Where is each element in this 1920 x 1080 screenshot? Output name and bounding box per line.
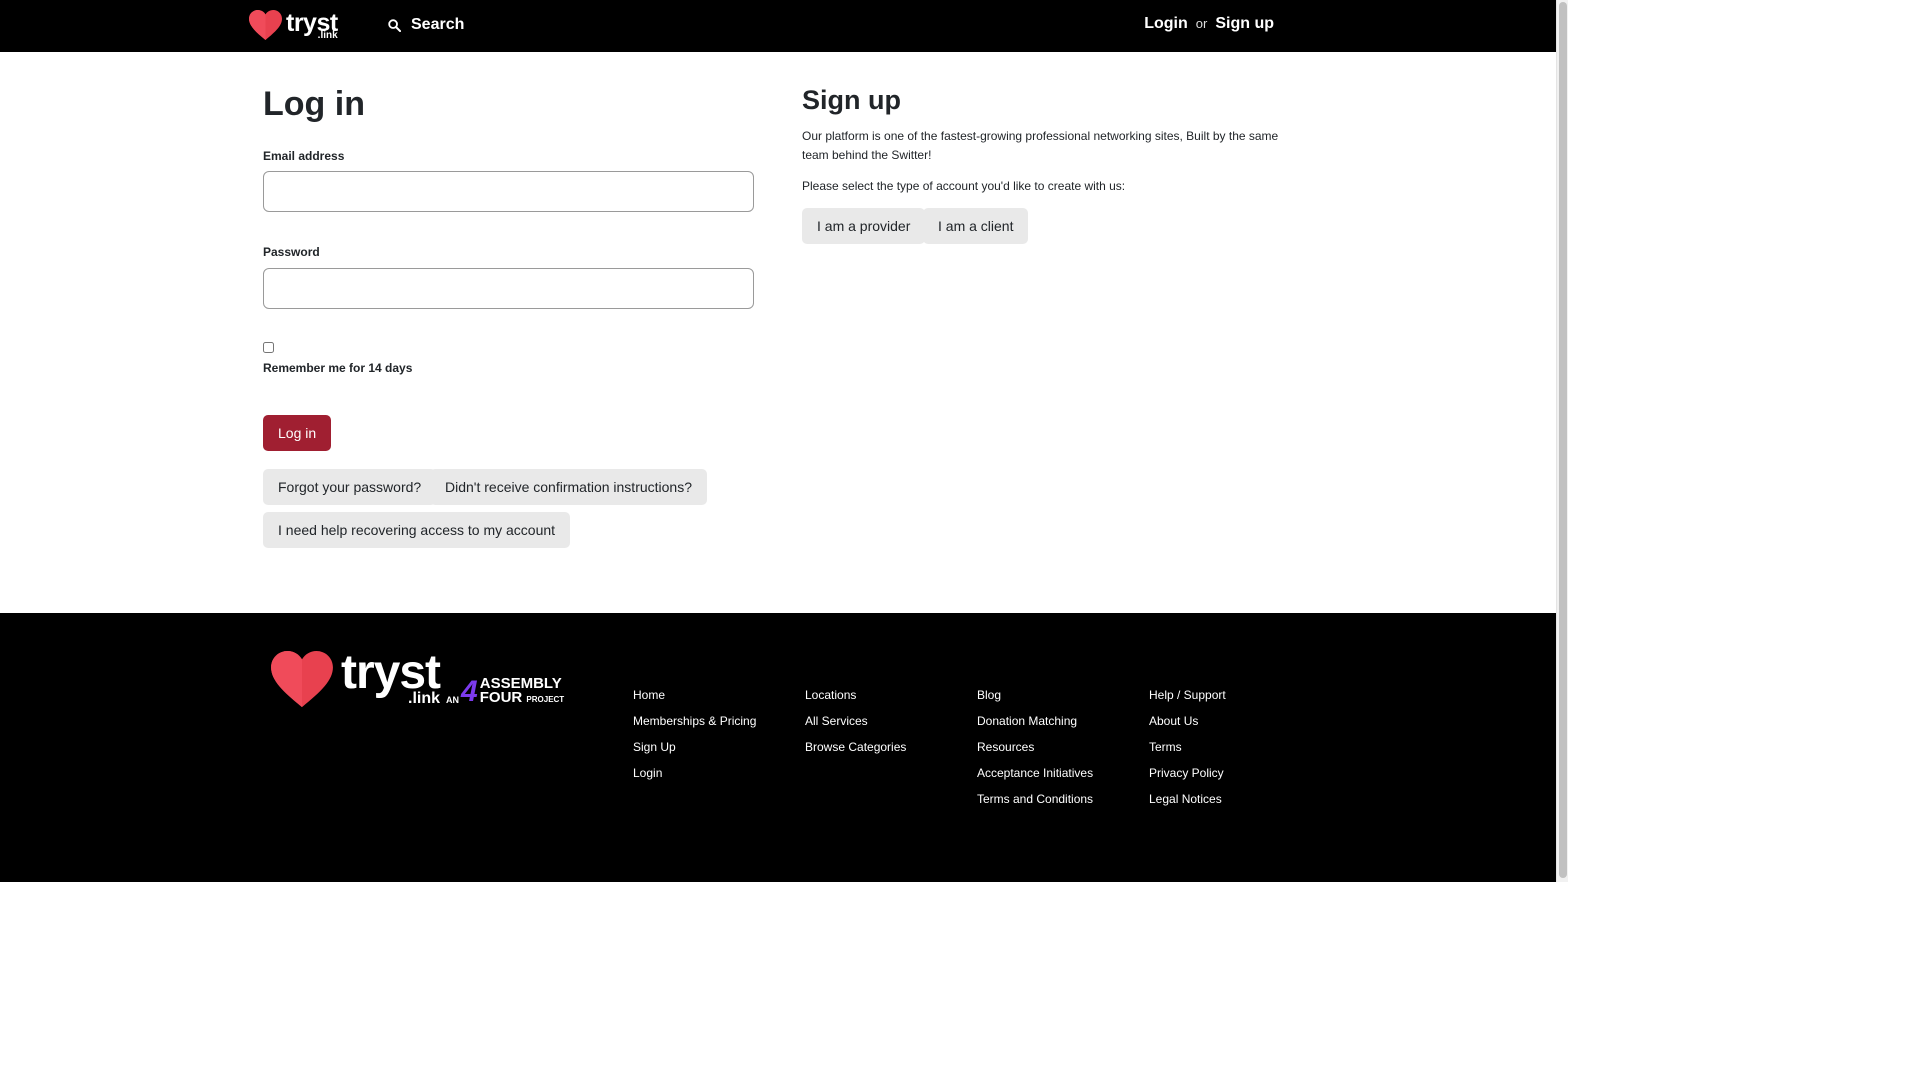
search-label: Search [411,16,465,33]
signup-link[interactable]: Sign up [1215,15,1274,33]
footer-link-memberships[interactable]: Memberships & Pricing [633,714,756,728]
login-link[interactable]: Login [1144,15,1188,33]
logo-subtext: .link [317,30,338,41]
footer-link-terms-and-conditions[interactable]: Terms and Conditions [977,792,1093,806]
login-title: Log in [263,85,365,123]
heart-logo-icon [249,10,282,40]
forgot-password-button[interactable]: Forgot your password? [263,469,437,505]
email-field[interactable] [263,171,754,212]
heart-logo-icon [271,651,333,708]
signup-description: Our platform is one of the fastest-growi… [802,129,1279,162]
footer-link-home[interactable]: Home [633,688,756,702]
footer-column-2: Locations All Services Browse Categories [805,688,906,766]
footer-link-legal-notices[interactable]: Legal Notices [1149,792,1226,806]
footer-link-all-services[interactable]: All Services [805,714,906,728]
client-signup-button[interactable]: I am a client [923,208,1029,244]
logo-wordmark: tryst .link [286,9,338,41]
footer-link-locations[interactable]: Locations [805,688,906,702]
assembly-an: AN [446,695,460,705]
or-separator: or [1195,16,1208,31]
assembly-four-logo: AN 4 ASSEMBLY FOUR PROJECT [446,675,565,708]
footer-logo[interactable]: tryst .link AN 4 ASSEMBLY FOUR PROJECT [271,649,564,709]
remember-me-label[interactable]: Remember me for 14 days [263,361,412,375]
password-field[interactable] [263,268,754,309]
assembly-project: PROJECT [526,695,565,704]
footer-link-browse-categories[interactable]: Browse Categories [805,740,906,754]
tryst-logo[interactable]: tryst .link [249,9,338,41]
recover-account-button[interactable]: I need help recovering access to my acco… [263,512,571,548]
footer-link-acceptance-initiatives[interactable]: Acceptance Initiatives [977,766,1093,780]
footer-link-donation-matching[interactable]: Donation Matching [977,714,1093,728]
assembly-line2: FOUR [479,689,523,706]
footer-logo-wordmark: tryst .link [341,646,441,707]
top-navbar: tryst .link Search Login or Sign up [0,0,1556,52]
signup-panel: Sign up Our platform is one of the faste… [802,84,1288,244]
footer-link-help-support[interactable]: Help / Support [1149,688,1226,702]
footer-link-privacy-policy[interactable]: Privacy Policy [1149,766,1226,780]
footer-link-signup[interactable]: Sign Up [633,740,756,754]
footer-column-4: Help / Support About Us Terms Privacy Po… [1149,688,1226,818]
footer-column-3: Blog Donation Matching Resources Accepta… [977,688,1093,818]
email-label: Email address [263,149,345,163]
site-footer: tryst .link AN 4 ASSEMBLY FOUR PROJECT Ho… [0,613,1556,882]
scrollbar-thumb[interactable] [1559,2,1567,878]
footer-link-terms[interactable]: Terms [1149,740,1226,754]
footer-link-blog[interactable]: Blog [977,688,1093,702]
footer-logo-subtext: .link [408,690,441,707]
footer-link-about-us[interactable]: About Us [1149,714,1226,728]
search-link[interactable]: Search [388,15,464,35]
resend-confirmation-button[interactable]: Didn't receive confirmation instructions… [430,469,708,505]
footer-column-1: Home Memberships & Pricing Sign Up Login [633,688,756,792]
search-icon [388,18,401,32]
password-label: Password [263,245,320,259]
account-type-prompt: Please select the type of account you'd … [802,179,1126,193]
login-submit-button[interactable]: Log in [263,415,332,451]
login-form: Log in Email address Password Remember m… [263,84,754,548]
footer-link-login[interactable]: Login [633,766,756,780]
assembly-four-icon: 4 [461,675,478,708]
signup-title: Sign up [802,85,901,115]
auth-links: Login or Sign up [1144,15,1274,37]
footer-link-resources[interactable]: Resources [977,740,1093,754]
remember-me-checkbox[interactable] [263,342,274,353]
page-scrollbar[interactable] [1556,0,1568,882]
provider-signup-button[interactable]: I am a provider [802,208,926,244]
